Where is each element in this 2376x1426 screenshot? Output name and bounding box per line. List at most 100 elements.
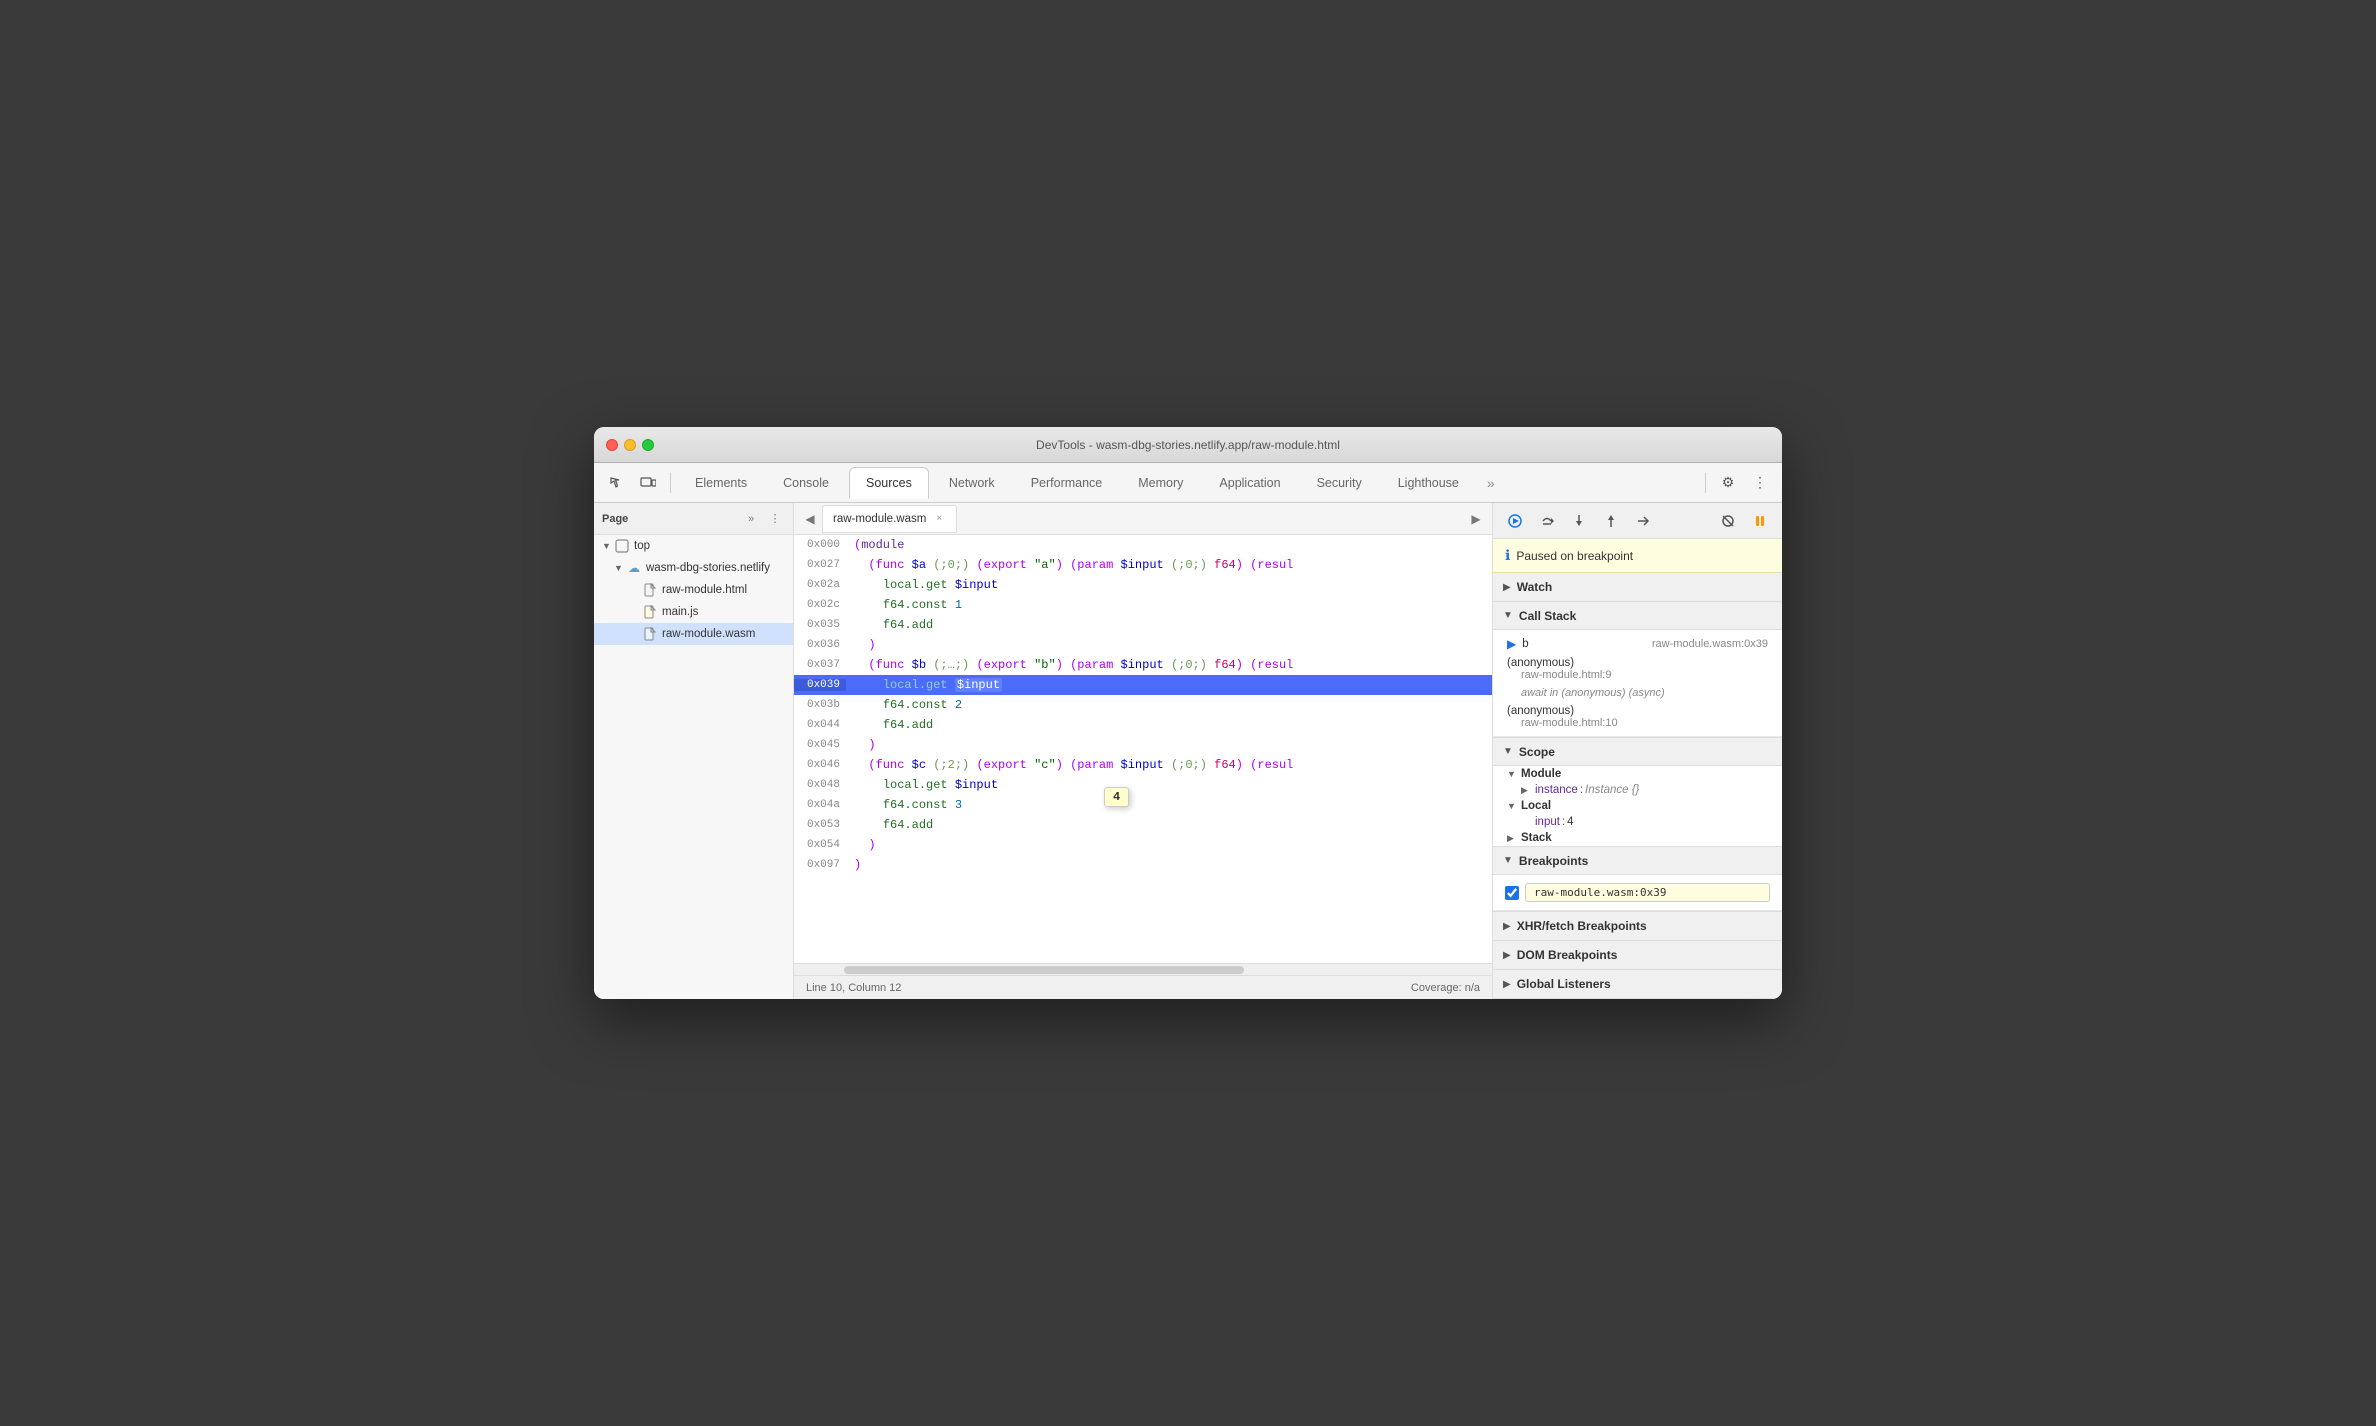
tree-item-top[interactable]: ▼ top [594, 535, 793, 557]
line-addr-0x097: 0x097 [794, 859, 846, 871]
editor-tab-close[interactable]: × [932, 512, 946, 526]
step-over-button[interactable] [1533, 507, 1561, 535]
global-arrow: ▶ [1503, 979, 1511, 990]
tab-application[interactable]: Application [1203, 467, 1296, 499]
cursor-position: Line 10, Column 12 [806, 982, 901, 994]
scope-local-header[interactable]: ▼ Local [1493, 798, 1782, 814]
breakpoints-header[interactable]: ▼ Breakpoints [1493, 847, 1782, 875]
code-line-0x03b[interactable]: 0x03b f64.const 2 [794, 695, 1492, 715]
xhr-breakpoints-header[interactable]: ▶ XHR/fetch Breakpoints [1493, 912, 1782, 940]
step-into-button[interactable] [1565, 507, 1593, 535]
dom-breakpoints-section: ▶ DOM Breakpoints [1493, 941, 1782, 970]
settings-button[interactable]: ⚙ [1714, 469, 1742, 497]
tree-item-html[interactable]: ▶ raw-module.html [594, 579, 793, 601]
pause-info-icon: ℹ [1505, 547, 1510, 564]
menu-button[interactable]: ⋮ [1746, 469, 1774, 497]
line-addr-0x02a: 0x02a [794, 579, 846, 591]
device-toolbar-button[interactable] [634, 469, 662, 497]
inspect-element-button[interactable] [602, 469, 630, 497]
deactivate-breakpoints-button[interactable] [1714, 507, 1742, 535]
tab-console[interactable]: Console [767, 467, 845, 499]
scope-module-arrow: ▼ [1507, 769, 1517, 779]
pause-label: Paused on breakpoint [1516, 549, 1633, 563]
code-line-0x02c[interactable]: 0x02c f64.const 1 [794, 595, 1492, 615]
tree-label-top: top [634, 540, 650, 552]
tree-item-wasm[interactable]: ▶ raw-module.wasm [594, 623, 793, 645]
code-line-0x037[interactable]: 0x037 (func $b (;…;) (export "b") (param… [794, 655, 1492, 675]
sidebar-more-button[interactable]: » [741, 509, 761, 529]
breakpoint-checkbox-1[interactable] [1505, 886, 1519, 900]
code-line-0x036[interactable]: 0x036 ) [794, 635, 1492, 655]
scope-instance-item[interactable]: ▶ instance : Instance {} [1493, 782, 1782, 798]
watch-section-header[interactable]: ▶ Watch [1493, 573, 1782, 601]
maximize-button[interactable] [642, 439, 654, 451]
tab-security[interactable]: Security [1301, 467, 1378, 499]
scope-stack-header[interactable]: ▶ Stack [1493, 830, 1782, 846]
pause-button[interactable] [1746, 507, 1774, 535]
code-line-0x054[interactable]: 0x054 ) [794, 835, 1492, 855]
code-line-0x046[interactable]: 0x046 (func $c (;2;) (export "c") (param… [794, 755, 1492, 775]
tab-lighthouse[interactable]: Lighthouse [1382, 467, 1475, 499]
code-line-0x039[interactable]: 0x039 local.get $input [794, 675, 1492, 695]
sidebar-menu-button[interactable]: ⋮ [765, 509, 785, 529]
tree-arrow-top: ▼ [602, 541, 614, 551]
line-addr-0x054: 0x054 [794, 839, 846, 851]
tab-performance[interactable]: Performance [1015, 467, 1119, 499]
scrollbar-thumb[interactable] [844, 966, 1244, 974]
breakpoints-arrow: ▼ [1503, 855, 1513, 866]
call-stack-item-b[interactable]: ▶ b raw-module.wasm:0x39 [1493, 634, 1782, 654]
line-addr-0x046: 0x046 [794, 759, 846, 771]
code-line-0x035[interactable]: 0x035 f64.add [794, 615, 1492, 635]
tab-network[interactable]: Network [933, 467, 1011, 499]
global-listeners-section: ▶ Global Listeners [1493, 970, 1782, 999]
line-content-0x035: f64.add [846, 618, 1492, 632]
scope-input-colon: : [1562, 816, 1565, 828]
step-out-button[interactable] [1597, 507, 1625, 535]
code-line-0x053[interactable]: 0x053 f64.add [794, 815, 1492, 835]
editor-nav-back[interactable]: ◀ [798, 507, 822, 531]
code-line-0x045[interactable]: 0x045 ) [794, 735, 1492, 755]
code-line-0x04a[interactable]: 0x04a f64.const 3 [794, 795, 1492, 815]
sidebar-header-icons: » ⋮ [741, 509, 785, 529]
editor-tab-label: raw-module.wasm [833, 513, 926, 525]
code-line-0x097[interactable]: 0x097 ) [794, 855, 1492, 875]
tab-elements[interactable]: Elements [679, 467, 763, 499]
tab-sources[interactable]: Sources [849, 467, 929, 499]
call-name-anon1: (anonymous) [1507, 657, 1768, 669]
code-line-0x044[interactable]: 0x044 f64.add [794, 715, 1492, 735]
code-line-0x000[interactable]: 0x000 (module [794, 535, 1492, 555]
code-line-0x02a[interactable]: 0x02a local.get $input [794, 575, 1492, 595]
tree-label-wasm: raw-module.wasm [662, 628, 755, 640]
tree-item-mainjs[interactable]: ▶ main.js [594, 601, 793, 623]
step-button[interactable] [1629, 507, 1657, 535]
line-addr-0x04a: 0x04a [794, 799, 846, 811]
call-stack-header[interactable]: ▼ Call Stack [1493, 602, 1782, 630]
close-button[interactable] [606, 439, 618, 451]
global-listeners-header[interactable]: ▶ Global Listeners [1493, 970, 1782, 998]
scope-module-header[interactable]: ▼ Module [1493, 766, 1782, 782]
tree-label-mainjs: main.js [662, 606, 698, 618]
tree-label-html: raw-module.html [662, 584, 747, 596]
call-stack-item-anon1[interactable]: (anonymous) raw-module.html:9 [1493, 654, 1782, 684]
code-line-0x048[interactable]: 0x048 local.get $input [794, 775, 1492, 795]
tree-item-origin[interactable]: ▼ ☁ wasm-dbg-stories.netlify [594, 557, 793, 579]
more-tabs-button[interactable]: » [1479, 467, 1503, 499]
minimize-button[interactable] [624, 439, 636, 451]
call-stack-item-anon2[interactable]: (anonymous) raw-module.html:10 [1493, 702, 1782, 732]
editor-tab-wasm[interactable]: raw-module.wasm × [822, 505, 957, 533]
sidebar-page-label: Page [602, 513, 741, 525]
call-location-anon1: raw-module.html:9 [1507, 669, 1768, 681]
resume-button[interactable] [1501, 507, 1529, 535]
origin-icon: ☁ [626, 560, 642, 576]
watch-section: ▶ Watch [1493, 573, 1782, 602]
scope-stack-label: Stack [1521, 832, 1552, 844]
code-editor[interactable]: 4 0x000 (module 0x027 (func $a (;0;) (ex… [794, 535, 1492, 963]
tab-memory[interactable]: Memory [1122, 467, 1199, 499]
scope-input-item[interactable]: ▶ input : 4 [1493, 814, 1782, 830]
scope-header[interactable]: ▼ Scope [1493, 738, 1782, 766]
horizontal-scrollbar[interactable] [794, 963, 1492, 975]
global-label: Global Listeners [1517, 977, 1611, 991]
dom-breakpoints-header[interactable]: ▶ DOM Breakpoints [1493, 941, 1782, 969]
editor-run-button[interactable]: ▶ [1464, 507, 1488, 531]
code-line-0x027[interactable]: 0x027 (func $a (;0;) (export "a") (param… [794, 555, 1492, 575]
